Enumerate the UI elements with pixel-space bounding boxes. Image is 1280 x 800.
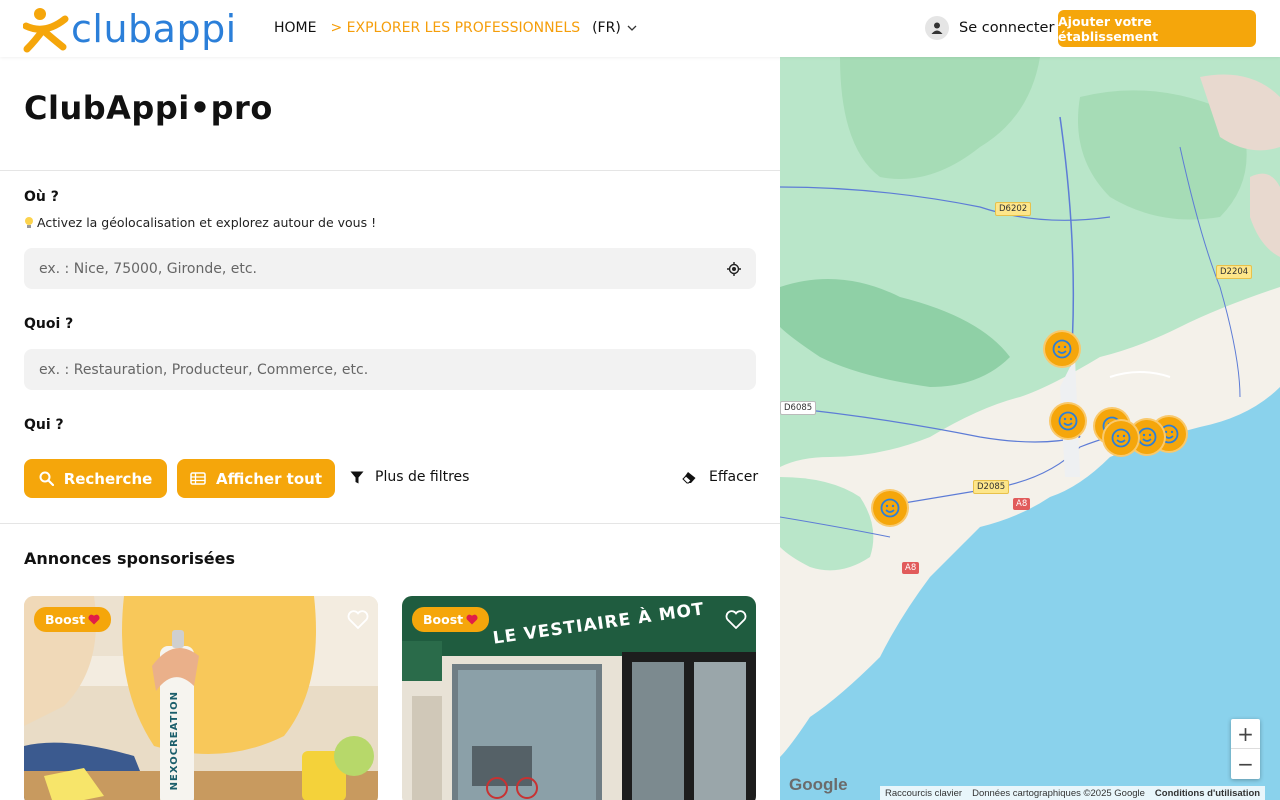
list-icon	[190, 472, 206, 485]
search-button-label: Recherche	[63, 469, 153, 488]
favorite-heart-icon[interactable]	[725, 610, 747, 629]
road-label: D2085	[973, 480, 1010, 494]
zoom-controls: + −	[1231, 719, 1260, 779]
language-selector[interactable]: (FR)	[592, 20, 637, 36]
show-all-button-label: Afficher tout	[215, 469, 323, 488]
chevron-down-icon	[627, 25, 637, 31]
nav-home-link[interactable]: HOME	[274, 20, 316, 36]
clear-label: Effacer	[709, 469, 759, 485]
zoom-out-button[interactable]: −	[1231, 749, 1260, 779]
road-label: A8	[1013, 498, 1031, 510]
sponsored-card[interactable]: NEXOCREATION Boost	[24, 596, 378, 800]
keyboard-shortcuts-link[interactable]: Raccourcis clavier	[880, 788, 967, 799]
heart-filled-icon	[466, 614, 478, 625]
boost-badge: Boost	[34, 607, 112, 632]
main-nav: HOME > EXPLORER LES PROFESSIONNELS (FR)	[274, 20, 637, 36]
more-filters-button[interactable]: Plus de filtres	[350, 469, 469, 485]
where-label: Où ?	[24, 189, 59, 205]
map-marker[interactable]	[1043, 330, 1081, 368]
map-marker[interactable]	[871, 489, 909, 527]
sponsored-card[interactable]: LE VESTIAIRE À MOT Boost	[402, 596, 756, 800]
road-label: A8	[902, 562, 920, 574]
divider	[0, 523, 780, 524]
login-label: Se connecter	[959, 20, 1055, 36]
geo-hint-text: Activez la géolocalisation et explorez a…	[37, 215, 377, 230]
card-brand-text: NEXOCREATION	[169, 691, 180, 791]
add-establishment-button[interactable]: Ajouter votre établissement	[1058, 10, 1256, 47]
map-base	[780, 57, 1280, 800]
boost-label: Boost	[45, 612, 86, 627]
language-label: (FR)	[592, 20, 621, 36]
nav-explore-link[interactable]: > EXPLORER LES PROFESSIONNELS	[330, 20, 580, 36]
google-logo: Google	[789, 775, 848, 794]
map-marker[interactable]	[1102, 419, 1140, 457]
who-label: Qui ?	[24, 417, 64, 433]
page-title: ClubAppi•pro	[24, 89, 273, 127]
what-placeholder: ex. : Restauration, Producteur, Commerce…	[39, 361, 369, 378]
road-label: D6085	[780, 401, 817, 415]
search-icon	[39, 471, 54, 486]
smiley-icon	[1052, 339, 1072, 359]
logo-text: clubappi	[71, 7, 237, 51]
filter-icon	[350, 471, 364, 483]
terms-link[interactable]: Conditions d'utilisation	[1150, 788, 1265, 799]
user-icon	[925, 16, 949, 40]
road-label: D6202	[995, 202, 1032, 216]
boost-label: Boost	[423, 612, 464, 627]
map-data-text: Données cartographiques ©2025 Google	[972, 787, 1145, 799]
what-input[interactable]: ex. : Restauration, Producteur, Commerce…	[24, 349, 756, 390]
show-all-button[interactable]: Afficher tout	[177, 459, 335, 498]
more-filters-label: Plus de filtres	[375, 469, 470, 485]
divider	[0, 170, 780, 171]
road-label: D2204	[1216, 265, 1253, 279]
top-header: clubappi HOME > EXPLORER LES PROFESSIONN…	[0, 0, 1280, 57]
search-button[interactable]: Recherche	[24, 459, 167, 498]
smiley-icon	[1137, 427, 1157, 447]
search-panel: ClubAppi•pro Où ? Activez la géolocalisa…	[0, 57, 780, 800]
what-label: Quoi ?	[24, 316, 74, 332]
lightbulb-icon	[25, 216, 33, 228]
logo-person-icon	[23, 8, 69, 53]
smiley-icon	[1111, 428, 1131, 448]
heart-filled-icon	[88, 614, 100, 625]
map-view[interactable]: D6202 D2204 D6085 D2085 A8 A8 + − Google…	[780, 57, 1280, 800]
geo-hint: Activez la géolocalisation et explorez a…	[24, 215, 376, 230]
map-attribution: Raccourcis clavier Données cartographiqu…	[880, 786, 1266, 800]
map-marker[interactable]	[1049, 402, 1087, 440]
where-input[interactable]: ex. : Nice, 75000, Gironde, etc.	[24, 248, 756, 289]
logo[interactable]: clubappi	[23, 5, 237, 53]
boost-badge: Boost	[412, 607, 490, 632]
smiley-icon	[880, 498, 900, 518]
eraser-icon	[682, 471, 696, 483]
login-link[interactable]: Se connecter	[925, 16, 1054, 40]
zoom-in-button[interactable]: +	[1231, 719, 1260, 749]
sponsored-title: Annonces sponsorisées	[24, 549, 235, 568]
smiley-icon	[1058, 411, 1078, 431]
clear-button[interactable]: Effacer	[682, 469, 758, 485]
favorite-heart-icon[interactable]	[347, 610, 369, 629]
where-placeholder: ex. : Nice, 75000, Gironde, etc.	[39, 260, 258, 277]
geolocation-icon[interactable]	[727, 261, 741, 276]
